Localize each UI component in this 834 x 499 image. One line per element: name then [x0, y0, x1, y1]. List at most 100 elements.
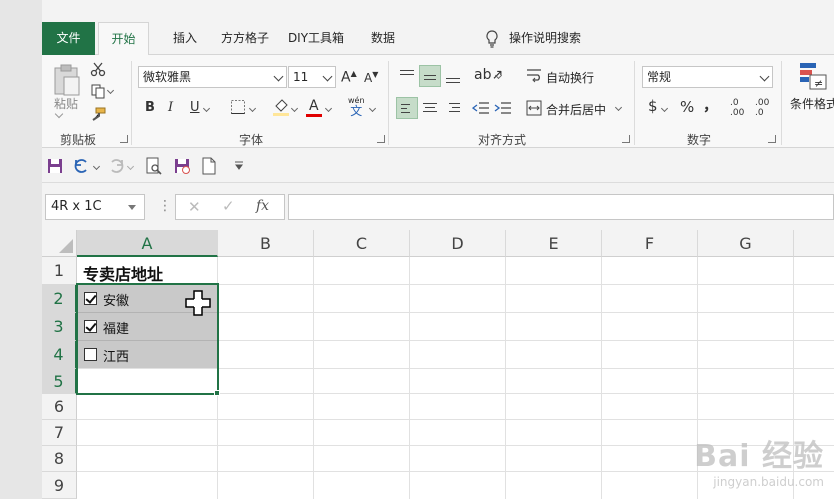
fill-handle[interactable] [214, 390, 220, 396]
phonetic-dropdown-icon[interactable] [368, 104, 377, 113]
italic-button[interactable]: I [168, 101, 173, 114]
font-color-button[interactable]: A [309, 99, 319, 113]
checkbox-fujian[interactable] [84, 320, 97, 333]
paste-icon[interactable] [52, 63, 82, 97]
column-header-a[interactable]: A [77, 230, 218, 257]
copy-dropdown-icon[interactable] [106, 86, 115, 95]
row-header-1[interactable]: 1 [42, 257, 77, 285]
cut-icon[interactable] [90, 61, 106, 77]
column-e-cells[interactable] [506, 257, 602, 499]
checkbox-anhui[interactable] [84, 292, 97, 305]
bold-button[interactable]: B [145, 101, 155, 114]
column-header-g[interactable]: G [698, 230, 794, 257]
increase-indent-icon[interactable] [494, 100, 512, 116]
save-icon[interactable] [47, 158, 63, 174]
grow-font-button[interactable]: A▲ [341, 70, 357, 85]
number-format-value: 常规 [647, 70, 672, 84]
copy-icon[interactable] [90, 83, 106, 99]
shrink-font-button[interactable]: A▼ [364, 71, 378, 85]
column-d-cells[interactable] [410, 257, 506, 499]
tab-diy-toolbox[interactable]: DIY工具箱 [282, 22, 350, 55]
column-b-cells[interactable] [218, 257, 314, 499]
fill-color-dropdown-icon[interactable] [290, 104, 299, 113]
column-f-cells[interactable] [602, 257, 698, 499]
tab-file[interactable]: 文件 [42, 22, 95, 55]
increase-decimal-button[interactable]: .0 .00 [730, 98, 752, 119]
row-header-6[interactable]: 6 [42, 394, 77, 420]
wrap-text-label[interactable]: 自动换行 [546, 69, 594, 86]
undo-dropdown-icon[interactable] [92, 162, 101, 171]
conditional-format-label[interactable]: 条件格式 [790, 95, 834, 112]
font-size-combo[interactable]: 11 [288, 66, 336, 88]
confirm-entry-icon[interactable]: ✓ [222, 197, 235, 215]
cell-a1[interactable]: 专卖店地址 [83, 261, 163, 285]
column-header-h[interactable] [794, 230, 834, 257]
print-preview-icon[interactable] [146, 157, 162, 175]
currency-button[interactable]: $ [648, 99, 658, 114]
comma-button[interactable]: ， [703, 98, 718, 113]
column-header-d[interactable]: D [410, 230, 506, 257]
insert-function-button[interactable]: fx [256, 198, 269, 214]
row-header-2[interactable]: 2 [42, 285, 77, 313]
border-icon[interactable] [230, 99, 246, 115]
align-top-button[interactable] [396, 65, 418, 87]
customize-qat-icon[interactable] [234, 161, 244, 171]
checkbox-jiangxi[interactable] [84, 348, 97, 361]
font-color-bar [306, 114, 322, 117]
new-document-icon[interactable] [202, 157, 216, 175]
align-right-button[interactable] [442, 97, 464, 119]
font-color-dropdown-icon[interactable] [324, 104, 333, 113]
row-header-9[interactable]: 9 [42, 472, 77, 499]
merge-center-label[interactable]: 合并后居中 [546, 101, 606, 118]
tab-fangfange[interactable]: 方方格子 [210, 22, 280, 55]
tell-me-search[interactable]: 操作说明搜索 [485, 22, 581, 55]
redo-icon[interactable] [108, 158, 124, 174]
column-header-b[interactable]: B [218, 230, 314, 257]
font-name-combo[interactable]: 微软雅黑 [138, 66, 287, 88]
row-header-4[interactable]: 4 [42, 341, 77, 369]
tab-home[interactable]: 开始 [98, 22, 149, 56]
formula-input[interactable] [288, 194, 834, 220]
decrease-indent-icon[interactable] [472, 100, 490, 116]
tab-insert[interactable]: 插入 [160, 22, 210, 55]
column-header-c[interactable]: C [314, 230, 410, 257]
watermark: Bai 经验 jingyan.baidu.com [694, 431, 824, 489]
underline-button[interactable]: U [190, 101, 200, 114]
align-left-button[interactable] [396, 97, 418, 119]
cancel-entry-icon[interactable]: ✕ [188, 198, 201, 216]
number-launcher-icon[interactable] [768, 135, 776, 143]
align-bottom-button[interactable] [442, 65, 464, 87]
clipboard-launcher-icon[interactable] [120, 135, 128, 143]
underline-dropdown-icon[interactable] [202, 104, 211, 113]
merge-dropdown-icon[interactable] [614, 103, 623, 112]
redo-dropdown-icon[interactable] [126, 162, 135, 171]
select-all-button[interactable] [42, 230, 77, 257]
row-header-3[interactable]: 3 [42, 313, 77, 341]
checkbox-label: 江西 [103, 350, 130, 365]
currency-dropdown-icon[interactable] [660, 104, 669, 113]
border-dropdown-icon[interactable] [248, 104, 257, 113]
row-header-5[interactable]: 5 [42, 369, 77, 394]
percent-button[interactable]: % [680, 100, 694, 115]
row-header-8[interactable]: 8 [42, 446, 77, 472]
font-launcher-icon[interactable] [377, 135, 385, 143]
save-as-icon[interactable] [174, 158, 190, 174]
number-format-combo[interactable]: 常规 [642, 66, 773, 88]
format-painter-icon[interactable] [90, 107, 106, 121]
merge-center-icon[interactable] [526, 100, 542, 116]
name-box[interactable]: 4R x 1C [45, 194, 145, 220]
wrap-text-icon[interactable] [526, 67, 542, 83]
row-header-7[interactable]: 7 [42, 420, 77, 446]
fill-color-icon[interactable] [272, 97, 290, 117]
decrease-decimal-button[interactable]: .00 .0 [755, 98, 777, 119]
column-c-cells[interactable] [314, 257, 410, 499]
align-middle-button[interactable] [419, 65, 441, 87]
phonetic-button[interactable]: wén 文 [348, 97, 365, 118]
alignment-launcher-icon[interactable] [622, 135, 630, 143]
align-center-button[interactable] [419, 97, 441, 119]
undo-icon[interactable] [74, 158, 90, 174]
column-header-e[interactable]: E [506, 230, 602, 257]
column-header-f[interactable]: F [602, 230, 698, 257]
conditional-format-icon[interactable]: ≠ [798, 61, 828, 91]
tab-data[interactable]: 数据 [360, 22, 406, 55]
